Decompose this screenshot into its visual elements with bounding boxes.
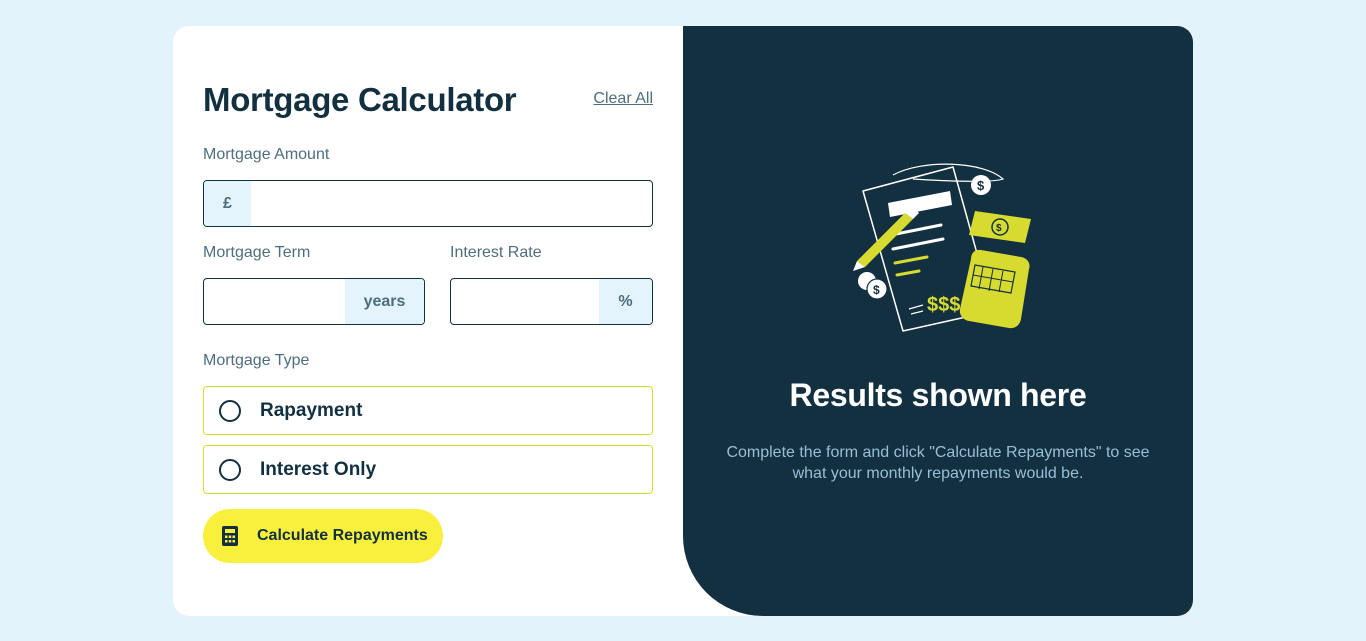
clear-all-link[interactable]: Clear All <box>593 90 653 108</box>
mortgage-amount-input[interactable] <box>251 181 652 226</box>
mortgage-type-label: Mortgage Type <box>203 352 310 369</box>
svg-text:$: $ <box>977 178 985 193</box>
dollar-signs: $$$ <box>927 294 960 316</box>
form-panel: Mortgage Calculator Clear All Mortgage A… <box>173 26 683 616</box>
results-panel: $ $ $ $$$ Results shown here Complete th… <box>683 26 1193 616</box>
calculator-icon <box>221 526 239 546</box>
mortgage-calculator-card: Mortgage Calculator Clear All Mortgage A… <box>173 26 1193 616</box>
svg-text:$: $ <box>873 283 880 297</box>
radio-option-interest-only[interactable]: Interest Only <box>203 445 653 494</box>
radio-label: Rapayment <box>260 399 363 421</box>
results-description: Complete the form and click "Calculate R… <box>726 444 1150 482</box>
calculate-repayments-button[interactable]: Calculate Repayments <box>203 509 443 563</box>
mortgage-amount-field: £ <box>203 180 653 227</box>
currency-prefix: £ <box>204 181 251 226</box>
mortgage-term-field: years <box>203 278 425 325</box>
page-title: Mortgage Calculator <box>203 81 517 118</box>
radio-button[interactable] <box>219 458 241 481</box>
interest-rate-field: % <box>450 278 653 325</box>
term-suffix: years <box>345 279 424 324</box>
svg-text:$: $ <box>996 223 1002 234</box>
percent-suffix: % <box>599 279 652 324</box>
results-title: Results shown here <box>789 377 1087 413</box>
mortgage-term-input[interactable] <box>204 279 345 324</box>
radio-button[interactable] <box>219 399 241 422</box>
interest-rate-label: Interest Rate <box>450 244 542 261</box>
calculate-button-label: Calculate Repayments <box>257 527 428 544</box>
mortgage-amount-label: Mortgage Amount <box>203 146 330 163</box>
radio-label: Interest Only <box>260 458 377 480</box>
radio-option-repayment[interactable]: Rapayment <box>203 386 653 435</box>
calculator-illustration: $ $ $ $$$ <box>843 161 1043 341</box>
interest-rate-input[interactable] <box>451 279 599 324</box>
mortgage-term-label: Mortgage Term <box>203 244 311 261</box>
